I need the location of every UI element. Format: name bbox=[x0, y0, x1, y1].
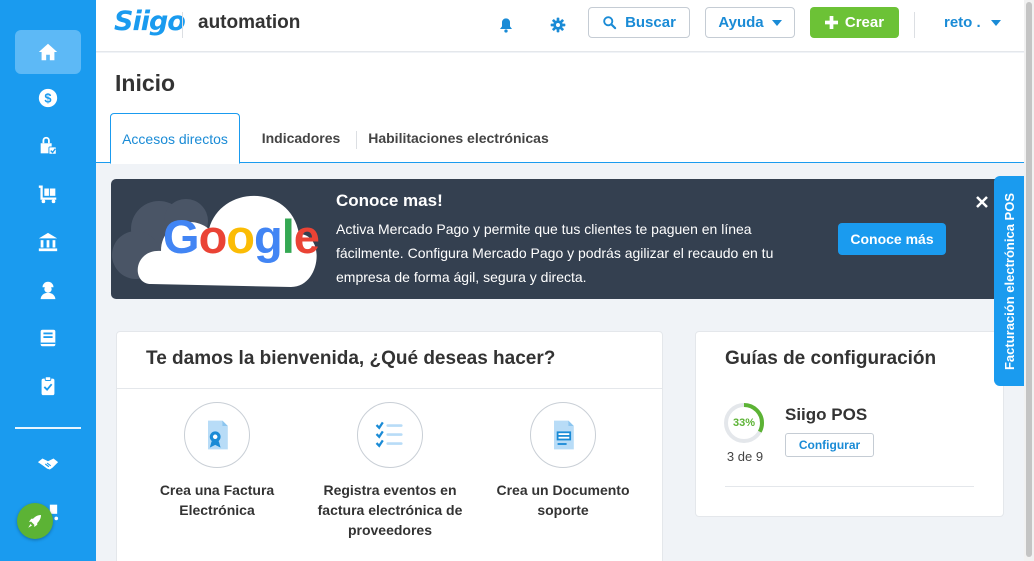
gear-icon bbox=[550, 17, 566, 33]
banner-text: Activa Mercado Pago y permite que tus cl… bbox=[336, 221, 774, 285]
tab-habilitaciones[interactable]: Habilitaciones electrónicas bbox=[366, 113, 551, 163]
action-label: Crea un Documento soporte bbox=[496, 482, 630, 518]
progress-count: 3 de 9 bbox=[726, 449, 764, 464]
guide-name: Siigo POS bbox=[785, 405, 868, 424]
action-support-document[interactable]: Crea un Documento soporte bbox=[483, 402, 643, 520]
clipboard-check-icon bbox=[41, 376, 55, 396]
promo-banner: Google Conoce mas! Activa Mercado Pago y… bbox=[111, 179, 1001, 299]
rocket-icon bbox=[28, 515, 41, 528]
create-button[interactable]: Crear bbox=[810, 7, 899, 38]
action-icon-circle bbox=[357, 402, 423, 468]
tab-indicadores[interactable]: Indicadores bbox=[254, 113, 348, 163]
configuration-guides-card: Guías de configuración 33% 3 de 9 Siigo … bbox=[695, 331, 1004, 517]
chevron-down-icon bbox=[990, 19, 1001, 26]
chevron-down-icon bbox=[771, 19, 782, 26]
sidebar-item-purchases[interactable] bbox=[15, 172, 81, 216]
bank-icon bbox=[38, 232, 58, 252]
settings-button[interactable] bbox=[546, 13, 570, 37]
google-logo: Google bbox=[163, 210, 320, 263]
search-button[interactable]: Buscar bbox=[588, 7, 690, 38]
tab-divider bbox=[356, 131, 357, 149]
sidebar-item-banks[interactable] bbox=[15, 220, 81, 264]
sidebar-item-partners[interactable] bbox=[15, 442, 81, 486]
checklist-icon bbox=[375, 421, 403, 448]
sidebar: $ bbox=[0, 0, 96, 561]
shopping-bag-icon bbox=[40, 136, 57, 155]
guides-title: Guías de configuración bbox=[725, 348, 937, 369]
pos-invoicing-side-tab[interactable]: Facturación electrónica POS bbox=[994, 176, 1024, 386]
dollar-icon: $ bbox=[38, 88, 58, 108]
sidebar-item-tasks[interactable] bbox=[15, 364, 81, 408]
help-dropdown[interactable]: Ayuda bbox=[705, 7, 795, 38]
action-icon-circle bbox=[184, 402, 250, 468]
cart-icon bbox=[38, 185, 57, 204]
user-menu-label: reto . bbox=[944, 14, 981, 31]
banner-title: Conoce mas! bbox=[336, 191, 443, 210]
home-icon bbox=[38, 43, 58, 61]
welcome-title: Te damos la bienvenida, ¿Qué deseas hace… bbox=[146, 348, 556, 369]
progress-ring: 33% bbox=[723, 402, 765, 444]
learn-more-button[interactable]: Conoce más bbox=[838, 223, 946, 255]
sidebar-item-accounting[interactable] bbox=[15, 316, 81, 360]
action-create-invoice[interactable]: Crea una Factura Electrónica bbox=[137, 402, 297, 520]
scrollbar[interactable] bbox=[1024, 0, 1034, 561]
svg-text:$: $ bbox=[44, 91, 51, 106]
scrollbar-thumb[interactable] bbox=[1026, 2, 1032, 557]
welcome-divider bbox=[117, 388, 662, 389]
worker-icon bbox=[40, 281, 56, 300]
top-bar: Siigo automation Buscar Ayuda Crear reto… bbox=[96, 0, 1024, 52]
book-icon bbox=[40, 329, 56, 347]
logo-divider bbox=[182, 12, 183, 38]
side-tab-label: Facturación electrónica POS bbox=[1001, 192, 1017, 370]
sidebar-item-finance[interactable]: $ bbox=[15, 76, 81, 120]
page-title: Inicio bbox=[115, 70, 176, 96]
action-label: Crea una Factura Electrónica bbox=[159, 482, 275, 518]
action-register-events[interactable]: Registra eventos en factura electrónica … bbox=[310, 402, 470, 540]
sidebar-divider bbox=[15, 427, 81, 429]
user-menu[interactable]: reto . bbox=[944, 14, 1001, 31]
welcome-card: Te damos la bienvenida, ¿Qué deseas hace… bbox=[116, 331, 663, 561]
company-name: automation bbox=[198, 12, 301, 33]
progress-percent: 33% bbox=[732, 417, 756, 429]
plus-icon bbox=[824, 16, 838, 29]
handshake-icon bbox=[37, 458, 59, 470]
sidebar-item-sales[interactable] bbox=[15, 124, 81, 168]
search-button-label: Buscar bbox=[625, 14, 676, 31]
page-header: Inicio Accesos directos Indicadores Habi… bbox=[96, 53, 1024, 164]
sidebar-item-home[interactable] bbox=[15, 30, 81, 74]
siigo-logo[interactable]: Siigo bbox=[114, 6, 186, 37]
help-dropdown-label: Ayuda bbox=[718, 14, 764, 31]
topbar-divider bbox=[914, 12, 915, 38]
tab-accesos-directos[interactable]: Accesos directos bbox=[110, 113, 240, 164]
document-icon bbox=[554, 420, 574, 450]
configure-button[interactable]: Configurar bbox=[785, 433, 874, 457]
bell-icon bbox=[500, 18, 512, 33]
guide-divider bbox=[725, 486, 974, 487]
search-icon bbox=[603, 16, 617, 30]
invoice-icon bbox=[208, 420, 228, 450]
close-icon[interactable] bbox=[975, 195, 989, 209]
sidebar-item-payroll[interactable] bbox=[15, 268, 81, 312]
action-label: Registra eventos en factura electrónica … bbox=[317, 482, 463, 538]
notifications-button[interactable] bbox=[494, 13, 518, 37]
launch-button[interactable] bbox=[17, 503, 53, 539]
create-button-label: Crear bbox=[844, 14, 885, 31]
action-icon-circle bbox=[530, 402, 596, 468]
